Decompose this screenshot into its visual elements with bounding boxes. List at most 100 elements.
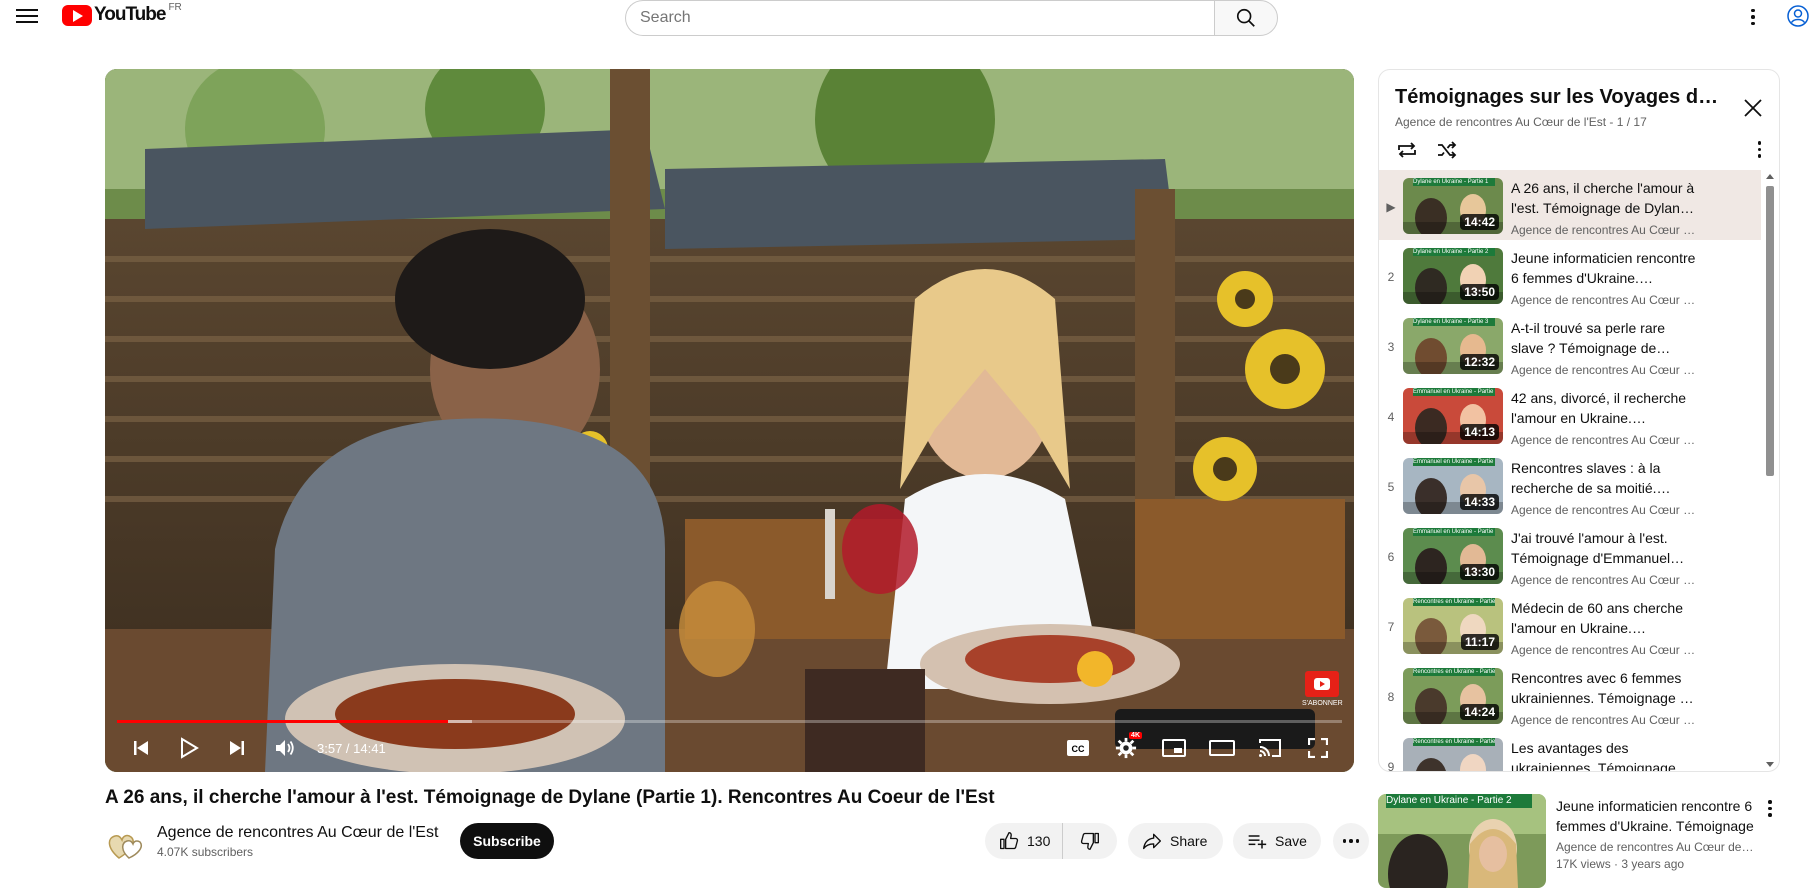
search-button[interactable] <box>1214 0 1278 36</box>
playlist-item-title[interactable]: Jeune informaticien rencontre 6 femmes d… <box>1511 248 1701 288</box>
playlist-item-thumbnail[interactable]: Dylane en Ukraine - Partie 2 13:50 <box>1403 248 1503 304</box>
mute-button[interactable] <box>261 724 309 772</box>
playlist-item-channel: Agence de rencontres Au Cœur de l'Est <box>1511 363 1701 377</box>
playlist-item-title[interactable]: Rencontres slaves : à la recherche de sa… <box>1511 458 1701 498</box>
playlist-item-index: ▶ <box>1386 200 1396 214</box>
playlist-scrollbar[interactable] <box>1763 170 1777 771</box>
miniplayer-button[interactable] <box>1150 724 1198 772</box>
settings-menu-icon[interactable] <box>1741 5 1765 29</box>
playlist-item[interactable]: 8 Rencontres en Ukraine - Partie 2 14:24 Re… <box>1379 660 1761 730</box>
closed-captions-icon: CC <box>1067 740 1089 756</box>
playlist-item-index: 5 <box>1387 480 1395 494</box>
account-icon[interactable] <box>1786 4 1810 28</box>
search-icon <box>1236 8 1255 27</box>
subtitles-button[interactable]: CC <box>1054 724 1102 772</box>
playlist-item-thumbnail[interactable]: Rencontres en Ukraine - Partie 1 11:17 <box>1403 598 1503 654</box>
channel-avatar[interactable] <box>105 824 145 864</box>
playlist-item-text: A 26 ans, il cherche l'amour à l'est. Té… <box>1511 178 1701 237</box>
playlist-item[interactable]: 3 Dylane en Ukraine - Partie 3 12:32 A-t-il… <box>1379 310 1761 380</box>
theater-mode-button[interactable] <box>1198 724 1246 772</box>
playlist-item-text: Les avantages des ukrainiennes. Témoigna… <box>1511 738 1701 771</box>
progress-bar[interactable] <box>117 720 1342 723</box>
video-duration: 13:30 <box>1460 564 1499 580</box>
playlist-item[interactable]: 5 Emmanuel en Ukraine - Partie 2 14:33 Renc… <box>1379 450 1761 520</box>
playlist-item-title[interactable]: Les avantages des ukrainiennes. Témoigna… <box>1511 738 1701 771</box>
next-button[interactable] <box>213 724 261 772</box>
recommended-thumbnail[interactable]: Dylane en Ukraine - Partie 2 <box>1378 794 1546 888</box>
cast-button[interactable] <box>1246 724 1294 772</box>
dislike-button[interactable] <box>1063 823 1117 859</box>
playlist-item-text: 42 ans, divorcé, il recherche l'amour en… <box>1511 388 1701 447</box>
save-button[interactable]: Save <box>1233 823 1321 859</box>
share-button[interactable]: Share <box>1128 823 1223 859</box>
save-label: Save <box>1275 833 1307 849</box>
watermark-label: S'ABONNER <box>1302 700 1343 707</box>
video-duration: 12:32 <box>1460 354 1499 370</box>
youtube-subscribe-icon <box>1305 671 1339 697</box>
video-duration: 11:17 <box>1460 634 1499 650</box>
playlist-item-text: J'ai trouvé l'amour à l'est. Témoignage … <box>1511 528 1701 587</box>
playlist-item-title[interactable]: 42 ans, divorcé, il recherche l'amour en… <box>1511 388 1701 428</box>
playlist-item-title[interactable]: A-t-il trouvé sa perle rare slave ? Témo… <box>1511 318 1701 358</box>
shuffle-icon[interactable] <box>1435 138 1459 162</box>
subscribe-watermark[interactable]: S'ABONNER <box>1302 671 1343 707</box>
playlist-item-title[interactable]: J'ai trouvé l'amour à l'est. Témoignage … <box>1511 528 1701 568</box>
playlist-item-thumbnail[interactable]: Dylane en Ukraine - Partie 3 12:32 <box>1403 318 1503 374</box>
subscribe-button[interactable]: Subscribe <box>460 823 554 859</box>
close-icon[interactable] <box>1741 96 1765 120</box>
video-duration: 14:24 <box>1460 704 1499 720</box>
channel-name[interactable]: Agence de rencontres Au Cœur de l'Est <box>157 824 438 842</box>
playlist-item-thumbnail[interactable]: Rencontres en Ukraine - Partie 3 <box>1403 738 1503 771</box>
menu-icon[interactable] <box>16 6 38 28</box>
recommended-title[interactable]: Jeune informaticien rencontre 6 femmes d… <box>1556 796 1756 836</box>
playlist-item[interactable]: 9 Rencontres en Ukraine - Partie 3 Les ava… <box>1379 730 1761 771</box>
playlist-item-text: A-t-il trouvé sa perle rare slave ? Témo… <box>1511 318 1701 377</box>
subscriber-count: 4.07K subscribers <box>157 845 254 859</box>
settings-button[interactable]: 4K <box>1102 724 1150 772</box>
playlist-item[interactable]: 2 Dylane en Ukraine - Partie 2 13:50 Jeune … <box>1379 240 1761 310</box>
play-button[interactable] <box>165 724 213 772</box>
video-duration: 14:42 <box>1460 214 1499 230</box>
playlist-item-thumbnail[interactable]: Dylane en Ukraine - Partie 1 14:42 <box>1403 178 1503 234</box>
playlist-item[interactable]: 4 Emmanuel en Ukraine - Partie 1 14:13 42 a… <box>1379 380 1761 450</box>
recommended-menu-icon[interactable] <box>1768 800 1772 817</box>
playlist-item-thumbnail[interactable]: Emmanuel en Ukraine - Partie 3 13:30 <box>1403 528 1503 584</box>
playlist-header: Témoignages sur les Voyages de Rencontre… <box>1379 70 1779 170</box>
playlist-menu-icon[interactable] <box>1757 141 1761 158</box>
thumbnail-banner: Emmanuel en Ukraine - Partie 1 <box>1413 388 1495 396</box>
playlist-title[interactable]: Témoignages sur les Voyages de Rencontre… <box>1395 86 1725 109</box>
recommended-meta: 17K views · 3 years ago <box>1556 857 1685 871</box>
playlist-item[interactable]: 6 Emmanuel en Ukraine - Partie 3 13:30 J'ai… <box>1379 520 1761 590</box>
thumbnail-banner: Emmanuel en Ukraine - Partie 3 <box>1413 528 1495 536</box>
playlist-item[interactable]: 7 Rencontres en Ukraine - Partie 1 11:17 Mé… <box>1379 590 1761 660</box>
share-label: Share <box>1170 833 1208 849</box>
thumbnail-banner: Rencontres en Ukraine - Partie 2 <box>1413 668 1495 676</box>
playlist-item-title[interactable]: Rencontres avec 6 femmes ukrainiennes. T… <box>1511 668 1701 708</box>
playlist-item-text: Médecin de 60 ans cherche l'amour en Ukr… <box>1511 598 1701 657</box>
playlist-item-thumbnail[interactable]: Rencontres en Ukraine - Partie 2 14:24 <box>1403 668 1503 724</box>
recommended-video[interactable]: Dylane en Ukraine - Partie 2 Jeune infor… <box>1378 794 1780 888</box>
playlist-item-index: 4 <box>1387 410 1395 424</box>
recommended-channel[interactable]: Agence de rencontres Au Cœur de l'Est <box>1556 840 1756 854</box>
volume-icon <box>276 740 294 756</box>
scrollbar-thumb[interactable] <box>1766 186 1774 476</box>
playlist-item-thumbnail[interactable]: Emmanuel en Ukraine - Partie 1 14:13 <box>1403 388 1503 444</box>
playlist-item-title[interactable]: Médecin de 60 ans cherche l'amour en Ukr… <box>1511 598 1701 638</box>
fullscreen-button[interactable] <box>1294 724 1342 772</box>
fullscreen-icon <box>1308 738 1328 758</box>
youtube-logo[interactable]: YouTube FR <box>62 2 182 26</box>
playlist-item-thumbnail[interactable]: Emmanuel en Ukraine - Partie 2 14:33 <box>1403 458 1503 514</box>
like-dislike-group: 130 <box>985 823 1117 859</box>
playlist-item-index: 9 <box>1387 760 1395 771</box>
more-actions-button[interactable] <box>1333 823 1369 859</box>
search-input[interactable] <box>625 0 1214 36</box>
previous-button[interactable] <box>117 724 165 772</box>
scroll-up-icon[interactable] <box>1766 174 1774 179</box>
scroll-down-icon[interactable] <box>1766 762 1774 767</box>
playlist-item[interactable]: ▶ Dylane en Ukraine - Partie 1 14:42 A 26 a… <box>1379 170 1761 240</box>
loop-icon[interactable] <box>1395 138 1419 162</box>
playlist-item-title[interactable]: A 26 ans, il cherche l'amour à l'est. Té… <box>1511 178 1701 218</box>
playlist-item-text: Rencontres slaves : à la recherche de sa… <box>1511 458 1701 517</box>
like-button[interactable]: 130 <box>985 823 1064 859</box>
video-player[interactable]: S'ABONNER 3:57 / 14:41 CC 4K <box>105 69 1354 772</box>
